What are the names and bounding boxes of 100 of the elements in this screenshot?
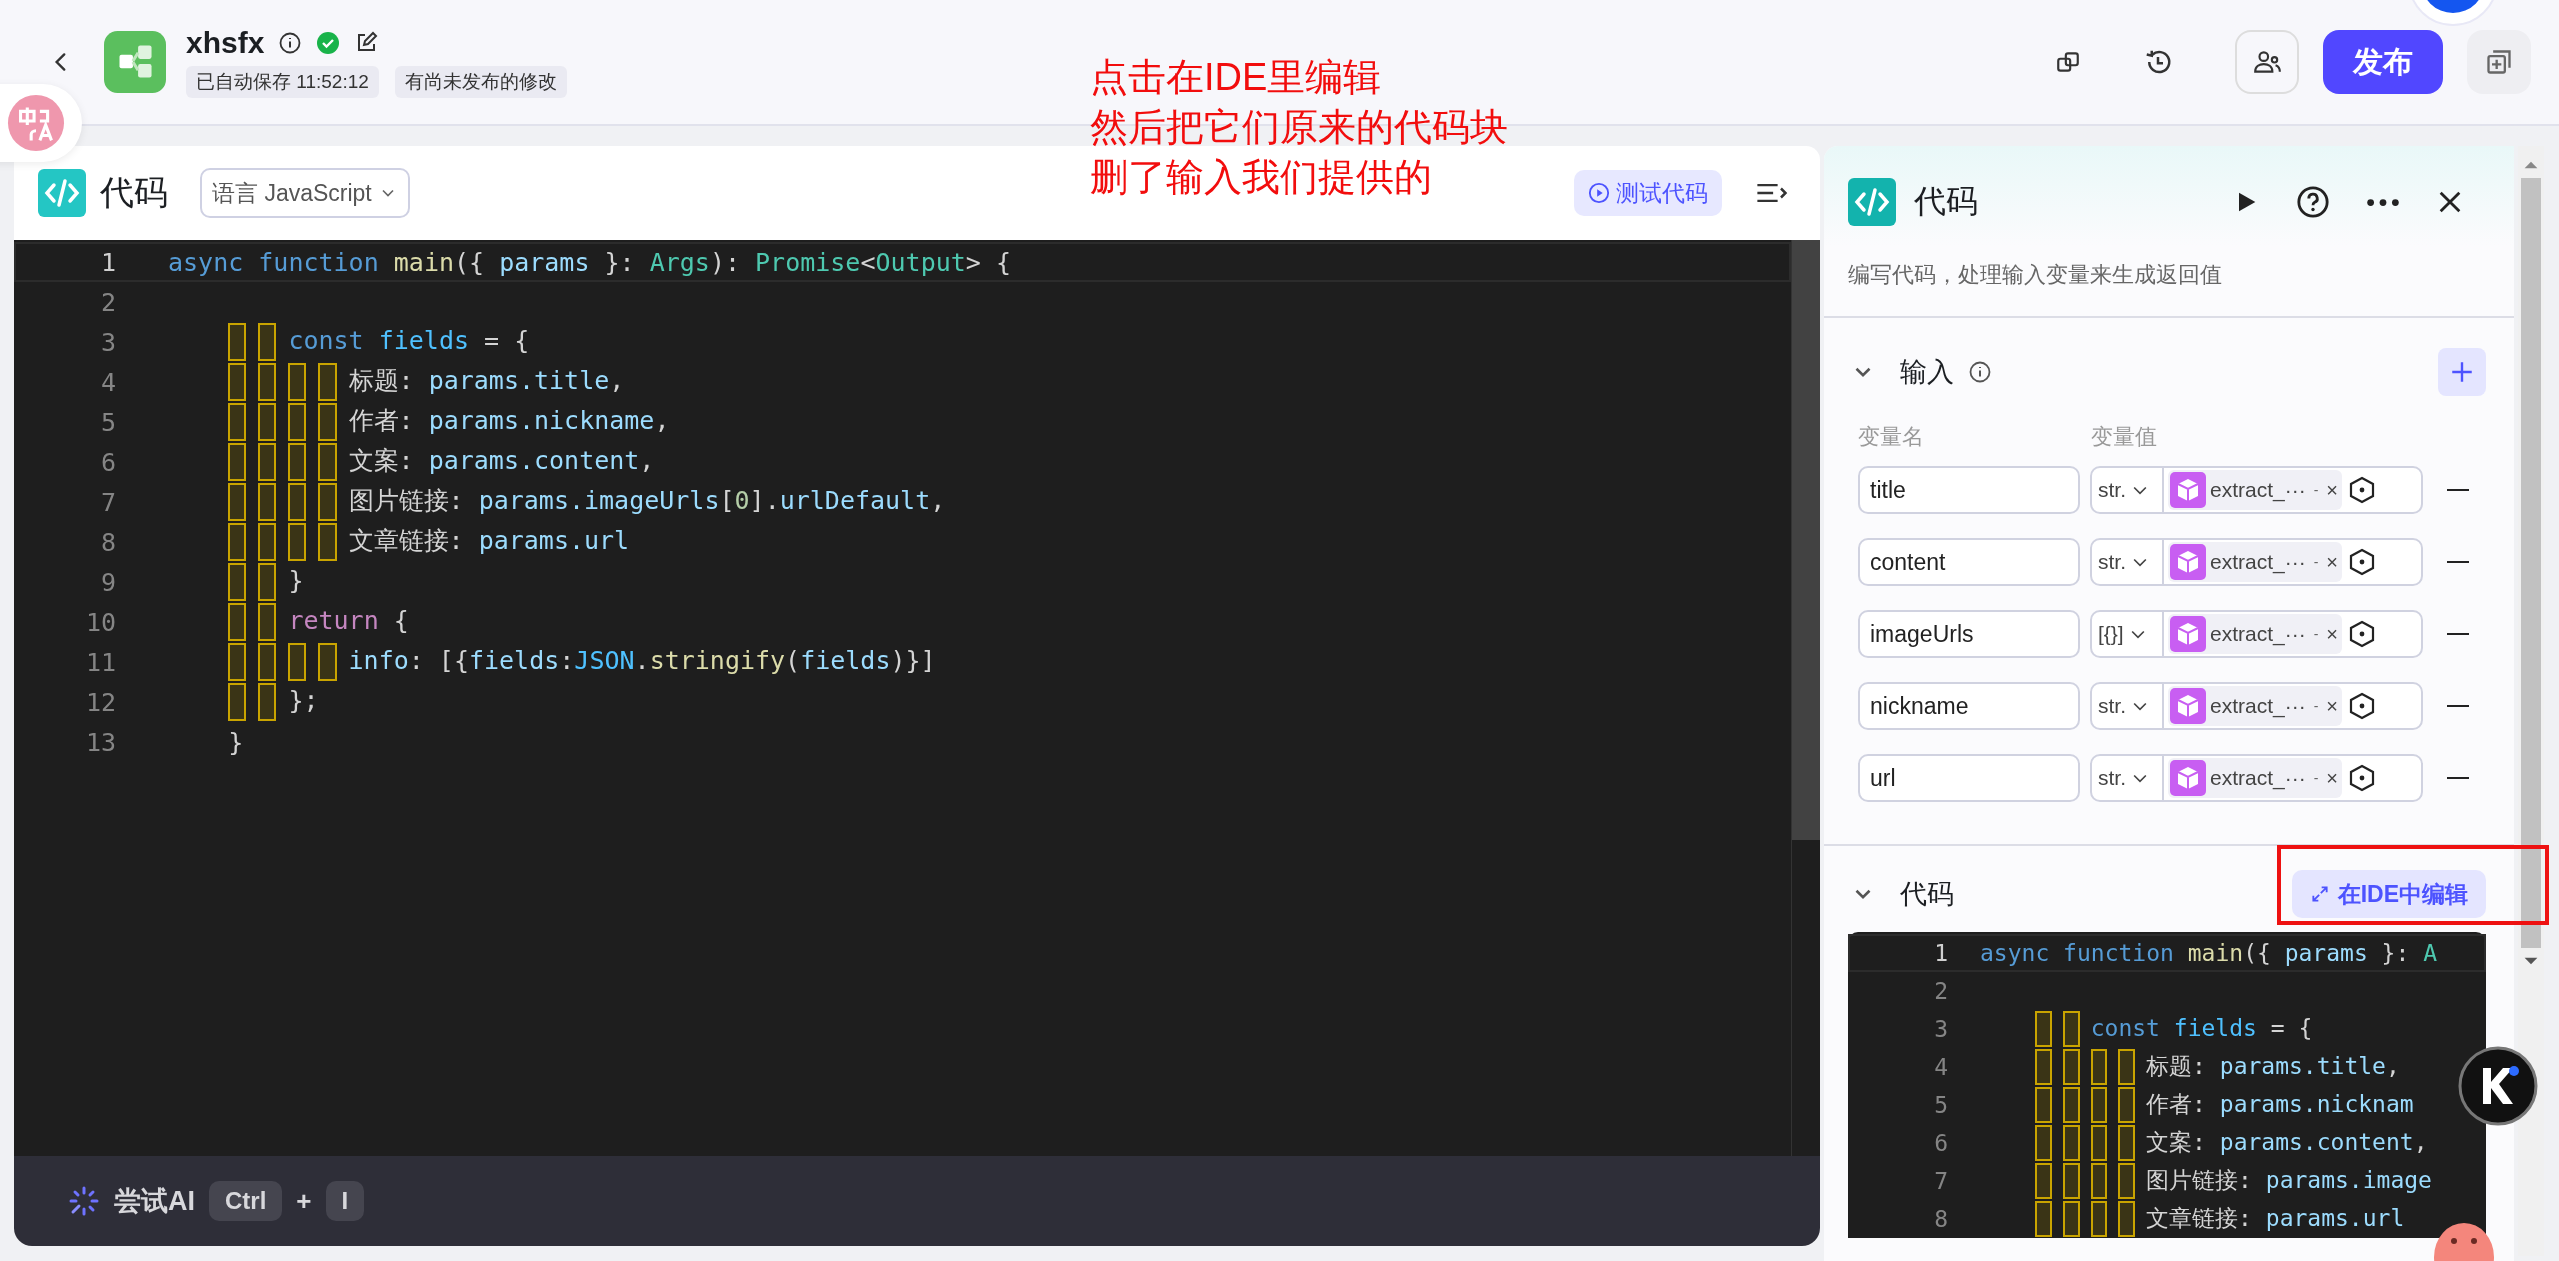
mascot-icon[interactable] bbox=[2432, 1221, 2496, 1261]
add-button[interactable] bbox=[2467, 30, 2531, 94]
code-line: 图片链接: params.imageUrls[0].urlDefault, bbox=[168, 483, 946, 521]
remove-reference-button[interactable]: × bbox=[2326, 622, 2339, 646]
hexagon-icon[interactable] bbox=[2348, 620, 2377, 648]
type-select[interactable]: str. bbox=[2092, 540, 2164, 584]
separator-text: - bbox=[2313, 698, 2319, 714]
column-header: 变量值 bbox=[2091, 423, 2157, 451]
keyboard-key: I bbox=[325, 1181, 365, 1221]
code-line: 文案: params.content, bbox=[168, 443, 655, 481]
line-number: 4 bbox=[99, 367, 117, 397]
type-select[interactable]: str. bbox=[2092, 468, 2164, 512]
scroll-up-icon[interactable] bbox=[2523, 160, 2539, 170]
test-code-button[interactable]: 测试代码 bbox=[1574, 170, 1722, 216]
collaborators-button[interactable] bbox=[2235, 30, 2299, 94]
code-line: 文章链接: params.url bbox=[1980, 1201, 2405, 1237]
edit-in-ide-button[interactable]: 在IDE中编辑 bbox=[2291, 870, 2486, 918]
type-select[interactable]: [{}] bbox=[2092, 612, 2164, 656]
separator-text: - bbox=[2313, 770, 2319, 786]
variable-name-field[interactable]: nickname bbox=[1858, 682, 2080, 730]
minus-icon bbox=[2447, 704, 2469, 708]
scrollbar[interactable] bbox=[1791, 240, 1820, 1156]
column-header: 变量名 bbox=[1858, 423, 1925, 451]
minus-icon bbox=[2447, 776, 2469, 780]
line-number: 3 bbox=[1933, 1016, 1949, 1042]
remove-reference-button[interactable]: × bbox=[2326, 478, 2339, 502]
variable-name-field[interactable]: imageUrls bbox=[1858, 610, 2080, 658]
code-line: 作者: params.nicknam bbox=[1980, 1087, 2414, 1123]
variable-reference-chip[interactable]: extract_··· - × bbox=[2168, 614, 2343, 654]
hexagon-icon[interactable] bbox=[2348, 764, 2377, 792]
code-line: 文案: params.content, bbox=[1980, 1125, 2428, 1161]
ai-label[interactable]: 尝试AI bbox=[114, 1183, 195, 1219]
panel-title: 代码 bbox=[1914, 182, 1978, 221]
language-select[interactable]: 语言 JavaScript bbox=[200, 168, 410, 218]
line-number: 3 bbox=[99, 327, 117, 357]
info-icon[interactable] bbox=[1968, 360, 1992, 384]
line-number: 6 bbox=[99, 447, 117, 477]
reference-name: extract_··· bbox=[2210, 622, 2306, 646]
line-number: 8 bbox=[99, 527, 117, 557]
add-variable-button[interactable] bbox=[2438, 348, 2486, 396]
help-icon[interactable] bbox=[2296, 185, 2330, 219]
variable-reference-chip[interactable]: extract_··· - × bbox=[2168, 758, 2343, 798]
code-line: async function main({ params }: A bbox=[1980, 940, 2437, 966]
code-line: 图片链接: params.image bbox=[1980, 1163, 2432, 1199]
line-number: 1 bbox=[99, 247, 117, 277]
code-line: } bbox=[168, 563, 304, 601]
line-number: 5 bbox=[1933, 1092, 1949, 1118]
line-number: 4 bbox=[1933, 1054, 1949, 1080]
hexagon-icon[interactable] bbox=[2348, 476, 2377, 504]
line-number: 8 bbox=[1933, 1206, 1949, 1232]
hexagon-icon[interactable] bbox=[2348, 692, 2377, 720]
line-number: 12 bbox=[84, 687, 117, 717]
reference-name: extract_··· bbox=[2210, 694, 2306, 718]
sparkle-icon[interactable] bbox=[68, 1185, 100, 1217]
keyboard-key: Ctrl bbox=[209, 1181, 283, 1221]
line-number: 2 bbox=[1933, 978, 1949, 1004]
line-number: 1 bbox=[1933, 940, 1949, 966]
line-number: 10 bbox=[84, 607, 117, 637]
code-line: }; bbox=[168, 683, 319, 721]
workflow-icon bbox=[104, 31, 166, 93]
k-badge-icon[interactable] bbox=[2458, 1046, 2538, 1126]
scrollbar[interactable] bbox=[2518, 146, 2544, 1256]
variable-reference-chip[interactable]: extract_··· - × bbox=[2168, 542, 2343, 582]
people-icon bbox=[2252, 49, 2282, 75]
publish-button[interactable]: 发布 bbox=[2323, 30, 2443, 94]
app-name: xhsfx bbox=[186, 26, 265, 60]
type-select[interactable]: str. bbox=[2092, 684, 2164, 728]
variable-name-field[interactable]: content bbox=[1858, 538, 2080, 586]
code-line: 文章链接: params.url bbox=[168, 523, 630, 561]
add-layer-icon bbox=[2485, 48, 2513, 76]
remove-reference-button[interactable]: × bbox=[2326, 550, 2339, 574]
reference-name: extract_··· bbox=[2210, 478, 2306, 502]
line-number: 9 bbox=[99, 567, 117, 597]
remove-reference-button[interactable]: × bbox=[2326, 766, 2339, 790]
type-select[interactable]: str. bbox=[2092, 756, 2164, 800]
remove-reference-button[interactable]: × bbox=[2326, 694, 2339, 718]
more-icon[interactable] bbox=[2366, 197, 2400, 207]
variable-name-field[interactable]: title bbox=[1858, 466, 2080, 514]
code-line: 标题: params.title, bbox=[168, 363, 625, 401]
annotation-text: 点击在IDE里编辑 然后把它们原来的代码块 删了输入我们提供的 bbox=[1090, 55, 1508, 200]
cube-icon bbox=[2170, 616, 2206, 652]
reference-name: extract_··· bbox=[2210, 766, 2306, 790]
code-line: const fields = { bbox=[168, 323, 530, 361]
variable-reference-chip[interactable]: extract_··· - × bbox=[2168, 470, 2343, 510]
scroll-down-icon[interactable] bbox=[2523, 956, 2539, 966]
variable-reference-chip[interactable]: extract_··· - × bbox=[2168, 686, 2343, 726]
editor-title: 代码 bbox=[100, 172, 168, 213]
code-icon bbox=[38, 169, 86, 217]
copy-icon[interactable] bbox=[2055, 49, 2081, 75]
line-number: 7 bbox=[1933, 1168, 1949, 1194]
cube-icon bbox=[2170, 544, 2206, 580]
info-icon[interactable] bbox=[278, 31, 303, 55]
variable-name-field[interactable]: url bbox=[1858, 754, 2080, 802]
section-title: 输入 bbox=[1900, 356, 1954, 389]
line-number: 2 bbox=[99, 287, 117, 317]
hexagon-icon[interactable] bbox=[2348, 548, 2377, 576]
minus-icon bbox=[2447, 560, 2469, 564]
code-line: 标题: params.title, bbox=[1980, 1049, 2400, 1085]
code-preview[interactable]: 1 async function main({ params }: A 2 3 const fields = { 4 标题: params.title, 5 作者: params.nicknam 6 文案: params.content, 7 图片链接: params.image 8 文章链接: params.url bbox=[1848, 932, 2486, 1238]
code-line: async function main({ params }: Args): Promise<Output> { bbox=[168, 247, 1011, 277]
